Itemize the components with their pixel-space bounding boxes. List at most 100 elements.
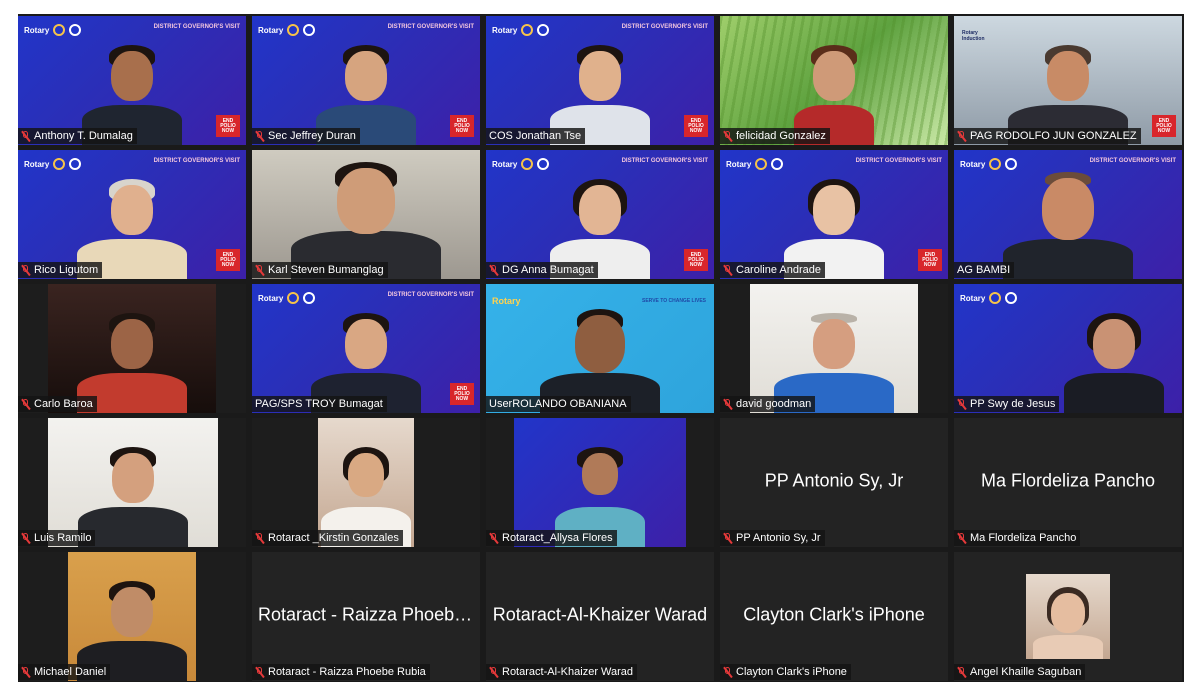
mic-muted-icon (255, 532, 264, 544)
participant-name-tag: AG BAMBI (954, 262, 1015, 278)
end-polio-badge: END POLIO NOW (1152, 115, 1176, 137)
participant-video (68, 552, 196, 681)
rotary-logo: Rotary (24, 24, 82, 36)
end-polio-badge: END POLIO NOW (450, 383, 474, 405)
participant-name-tag: Luis Ramilo (18, 530, 96, 546)
participant-name-tag: DG Anna Bumagat (486, 262, 598, 278)
participant-tile[interactable]: Karl Steven Bumanglag (252, 150, 480, 279)
participant-name-tag: Clayton Clark's iPhone (720, 664, 851, 680)
mic-muted-icon (723, 264, 732, 276)
mic-muted-icon (21, 130, 30, 142)
participant-video (318, 418, 414, 547)
participant-name-tag: PAG RODOLFO JUN GONZALEZ (954, 128, 1141, 144)
participant-name-tag: Rico Ligutom (18, 262, 103, 278)
participant-tile[interactable]: PP Antonio Sy, Jr PP Antonio Sy, Jr (720, 418, 948, 547)
district-visit-label: DISTRICT GOVERNOR'S VISIT (621, 24, 708, 30)
participant-tile[interactable]: Rotaract _Kirstin Gonzales (252, 418, 480, 547)
participant-name-tag: COS Jonathan Tse (486, 128, 586, 144)
mic-muted-icon (723, 666, 732, 678)
mic-muted-icon (723, 532, 732, 544)
mic-muted-icon (255, 130, 264, 142)
participant-name-tag: david goodman (720, 396, 816, 412)
end-polio-badge: END POLIO NOW (684, 115, 708, 137)
district-visit-label: DISTRICT GOVERNOR'S VISIT (153, 158, 240, 164)
participant-video (48, 284, 216, 413)
participant-name-tag: Karl Steven Bumanglag (252, 262, 388, 278)
participant-name-tag: Rotaract-Al-Khaizer Warad (486, 664, 638, 680)
participant-video (291, 154, 441, 279)
participant-name-tag: Sec Jeffrey Duran (252, 128, 360, 144)
participant-name-tag: Carlo Baroa (18, 396, 97, 412)
participant-tile[interactable]: felicidad Gonzalez (720, 16, 948, 145)
mic-muted-icon (723, 398, 732, 410)
participant-name-tag: Angel Khaille Saguban (954, 664, 1086, 680)
participant-name-tag: Rotaract_Allysa Flores (486, 530, 617, 546)
participant-display-name: Rotaract-Al-Khaizer Warad (492, 603, 708, 624)
participant-tile[interactable]: Rotary SERVE TO CHANGE LIVES UserROLANDO… (486, 284, 714, 413)
mic-muted-icon (489, 666, 498, 678)
participant-tile[interactable]: Ma Flordeliza Pancho Ma Flordeliza Panch… (954, 418, 1182, 547)
participant-tile[interactable]: Rotary DISTRICT GOVERNOR'S VISIT END POL… (486, 16, 714, 145)
end-polio-badge: END POLIO NOW (918, 249, 942, 271)
participant-tile[interactable]: Rotary DISTRICT GOVERNOR'S VISIT END POL… (720, 150, 948, 279)
participant-tile[interactable]: Luis Ramilo (18, 418, 246, 547)
end-polio-badge: END POLIO NOW (684, 249, 708, 271)
participant-name-tag: Michael Daniel (18, 664, 111, 680)
participant-tile[interactable]: Rotary DISTRICT GOVERNOR'S VISIT END POL… (18, 16, 246, 145)
participant-tile[interactable]: Clayton Clark's iPhone Clayton Clark's i… (720, 552, 948, 681)
participant-name-tag: felicidad Gonzalez (720, 128, 830, 144)
district-visit-label: DISTRICT GOVERNOR'S VISIT (153, 24, 240, 30)
rotary-logo: Rotary (960, 292, 1018, 304)
participant-video (1063, 305, 1164, 413)
participant-tile[interactable]: Rotary DISTRICT GOVERNOR'S VISIT END POL… (252, 16, 480, 145)
participant-tile[interactable]: Rotary PP Swy de Jesus (954, 284, 1182, 413)
participant-tile[interactable]: Rotary DISTRICT GOVERNOR'S VISIT END POL… (252, 284, 480, 413)
participant-video (1003, 164, 1133, 279)
district-visit-label: DISTRICT GOVERNOR'S VISIT (387, 292, 474, 298)
participant-video (48, 418, 218, 547)
participant-name-tag: UserROLANDO OBANIANA (486, 396, 631, 412)
mic-muted-icon (489, 532, 498, 544)
participant-display-name: Rotaract - Raizza Phoebe... (258, 603, 480, 624)
rotary-logo: Rotary (258, 24, 316, 36)
mic-muted-icon (21, 532, 30, 544)
mic-muted-icon (255, 264, 264, 276)
end-polio-badge: END POLIO NOW (216, 115, 240, 137)
rotary-logo: Rotary (726, 158, 784, 170)
mic-muted-icon (723, 130, 732, 142)
end-polio-badge: END POLIO NOW (216, 249, 240, 271)
participant-tile[interactable]: Rotary DISTRICT GOVERNOR'S VISIT END POL… (18, 150, 246, 279)
participant-display-name: Ma Flordeliza Pancho (980, 469, 1156, 490)
participant-name-tag: Ma Flordeliza Pancho (954, 530, 1081, 546)
participant-video (750, 284, 918, 413)
participant-tile[interactable]: Michael Daniel (18, 552, 246, 681)
participant-tile[interactable]: Rotary Induction END POLIO NOW PAG RODOLF… (954, 16, 1182, 145)
background-sign: Rotary Induction (962, 30, 985, 42)
participant-tile[interactable]: Rotaract-Al-Khaizer Warad Rotaract-Al-Kh… (486, 552, 714, 681)
participant-tile[interactable]: Rotary DISTRICT GOVERNOR'S VISIT AG BAMB… (954, 150, 1182, 279)
participant-tile[interactable]: Angel Khaille Saguban (954, 552, 1182, 681)
end-polio-badge: END POLIO NOW (450, 115, 474, 137)
participant-name-tag: PAG/SPS TROY Bumagat (252, 396, 387, 412)
mic-muted-icon (957, 130, 966, 142)
participant-tile[interactable]: Rotaract - Raizza Phoebe... Rotaract - R… (252, 552, 480, 681)
participant-profile-photo (1026, 574, 1110, 659)
participant-name-tag: Rotaract _Kirstin Gonzales (252, 530, 403, 546)
participant-display-name: Clayton Clark's iPhone (743, 603, 925, 624)
participant-name-tag: Rotaract - Raizza Phoebe Rubia (252, 664, 430, 680)
district-visit-label: DISTRICT GOVERNOR'S VISIT (387, 24, 474, 30)
mic-muted-icon (957, 532, 966, 544)
participant-tile[interactable]: Rotaract_Allysa Flores (486, 418, 714, 547)
mic-muted-icon (21, 264, 30, 276)
rotary-logo: Rotary (24, 158, 82, 170)
participant-tile[interactable]: Carlo Baroa (18, 284, 246, 413)
participant-name-tag: Anthony T. Dumalag (18, 128, 137, 144)
rotary-logo: Rotary (258, 292, 316, 304)
mic-muted-icon (957, 666, 966, 678)
mic-muted-icon (255, 666, 264, 678)
participant-tile[interactable]: david goodman (720, 284, 948, 413)
participant-tile[interactable]: Rotary DISTRICT GOVERNOR'S VISIT END POL… (486, 150, 714, 279)
participant-name-tag: Caroline Andrade (720, 262, 826, 278)
rotary-logo: Rotary (492, 158, 550, 170)
district-visit-label: DISTRICT GOVERNOR'S VISIT (621, 158, 708, 164)
